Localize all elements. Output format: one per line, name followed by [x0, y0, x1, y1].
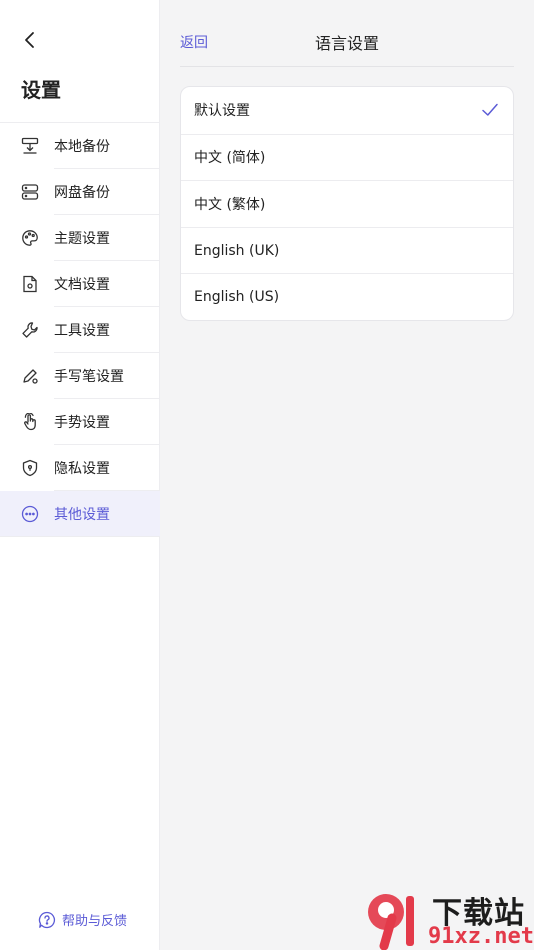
checkmark-icon [482, 103, 498, 116]
language-option-label: 中文 (繁体) [194, 196, 266, 213]
settings-menu: 本地备份 网盘备份 主题设置 文档设置 工具设置 手写笔设置 手势设置 隐私设置… [0, 122, 160, 537]
sidebar-item-label: 网盘备份 [54, 185, 110, 201]
sidebar-item-document[interactable]: 文档设置 [0, 261, 160, 307]
language-option-zh-hans[interactable]: 中文 (简体) [181, 133, 513, 181]
palette-icon [20, 228, 40, 248]
sidebar-item-local-backup[interactable]: 本地备份 [0, 123, 160, 169]
help-feedback-link[interactable]: 帮助与反馈 [38, 910, 127, 929]
language-option-en-uk[interactable]: English (UK) [181, 226, 513, 274]
sidebar-item-privacy[interactable]: 隐私设置 [0, 445, 160, 491]
language-option-label: 默认设置 [194, 103, 250, 120]
settings-sidebar: 设置 本地备份 网盘备份 主题设置 文档设置 工具设置 手写笔设置 手势设置 隐… [0, 0, 160, 950]
language-option-label: 中文 (简体) [194, 150, 266, 167]
back-button[interactable] [18, 28, 42, 52]
sidebar-item-cloud-backup[interactable]: 网盘备份 [0, 169, 160, 215]
sidebar-item-label: 主题设置 [54, 231, 110, 247]
language-header: 返回 语言设置 [180, 22, 514, 67]
page-title: 语言设置 [314, 34, 379, 53]
sidebar-item-tools[interactable]: 工具设置 [0, 307, 160, 353]
hand-gesture-icon [20, 412, 40, 432]
local-backup-icon [20, 136, 40, 156]
wrench-icon [20, 320, 40, 340]
language-option-default[interactable]: 默认设置 [181, 87, 513, 134]
sidebar-item-label: 工具设置 [54, 323, 110, 339]
language-list: 默认设置 中文 (简体) 中文 (繁体) English (UK) Englis… [180, 86, 514, 321]
language-option-label: English (US) [194, 289, 280, 306]
more-circle-icon [20, 504, 40, 524]
sidebar-item-label: 其他设置 [54, 507, 110, 523]
help-feedback-label: 帮助与反馈 [62, 914, 128, 929]
sidebar-item-gesture[interactable]: 手势设置 [0, 399, 160, 445]
watermark-bottom-text: 91xz.net [428, 924, 534, 949]
pen-icon [20, 366, 40, 386]
help-icon [38, 911, 56, 928]
sidebar-item-stylus[interactable]: 手写笔设置 [0, 353, 160, 399]
sidebar-item-theme[interactable]: 主题设置 [0, 215, 160, 261]
watermark-logo-icon [368, 894, 414, 950]
language-option-label: English (UK) [194, 242, 280, 259]
language-option-zh-hant[interactable]: 中文 (繁体) [181, 180, 513, 227]
sidebar-item-label: 本地备份 [54, 139, 110, 155]
chevron-left-icon [25, 32, 34, 48]
cloud-backup-icon [20, 182, 40, 202]
sidebar-item-label: 隐私设置 [54, 461, 110, 477]
sidebar-title: 设置 [21, 78, 61, 102]
document-settings-icon [20, 274, 40, 294]
site-watermark: 下载站 91xz.net [362, 888, 534, 950]
language-option-en-us[interactable]: English (US) [181, 273, 513, 320]
sidebar-item-label: 手势设置 [54, 415, 110, 431]
sidebar-item-other[interactable]: 其他设置 [0, 491, 160, 537]
sidebar-item-label: 手写笔设置 [54, 369, 124, 385]
sidebar-item-label: 文档设置 [54, 277, 110, 293]
shield-icon [20, 458, 40, 478]
